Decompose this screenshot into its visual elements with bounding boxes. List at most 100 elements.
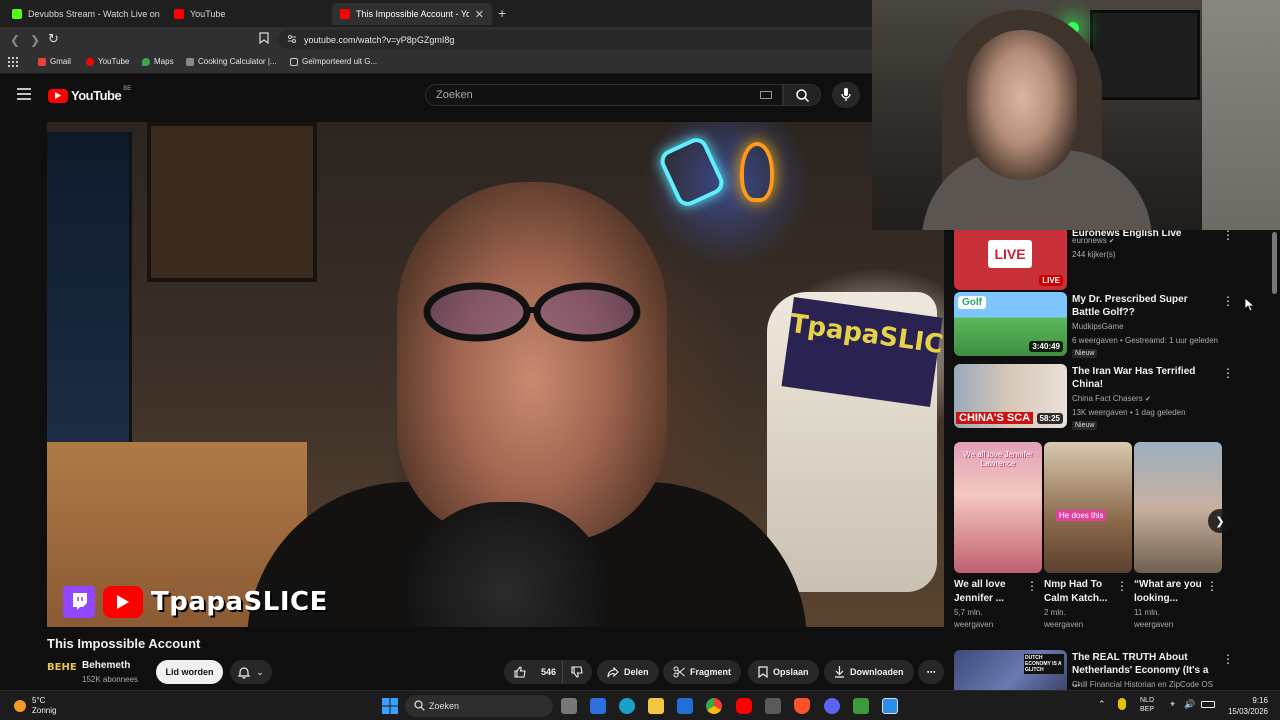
channel-name[interactable]: Chill Financial Historian en ZipCode OS: [1072, 680, 1252, 689]
subscriber-count: 152K abonnees: [82, 675, 139, 684]
channel-name[interactable]: MudkipsGame: [1072, 322, 1124, 331]
new-tab-button[interactable]: +: [498, 5, 506, 21]
channel-name[interactable]: Behemeth: [82, 660, 130, 671]
tab-devubbs-stream[interactable]: Devubbs Stream - Watch Live on: [4, 3, 162, 25]
more-options-icon[interactable]: ⋮: [1206, 579, 1218, 593]
recommended-video[interactable]: DUTCH ECONOMY IS A GLITCH The REAL TRUTH…: [954, 650, 1254, 690]
discord-icon[interactable]: [824, 698, 840, 714]
windows-start-icon[interactable]: [382, 698, 398, 714]
youtube-app-icon[interactable]: [736, 698, 752, 714]
recommended-video[interactable]: CHINA'S SCA 58:25 The Iran War Has Terri…: [954, 364, 1254, 430]
apps-grid-icon[interactable]: [8, 57, 18, 67]
address-bar[interactable]: youtube.com/watch?v=yP8pGZgmI8g: [278, 30, 872, 49]
bookmark-folder-imported[interactable]: Geïmporteerd uit G...: [290, 57, 377, 66]
wifi-icon[interactable]: ⌖: [1170, 699, 1175, 710]
more-options-icon[interactable]: ⋮: [1026, 579, 1038, 593]
video-thumbnail[interactable]: Golf 3:40:49: [954, 292, 1067, 356]
taskbar-search[interactable]: Zoeken: [405, 695, 553, 717]
banner-text: TpapaSLICE: [788, 308, 944, 363]
system-clock[interactable]: 9:16 15/03/2026: [1228, 695, 1268, 717]
bookmark-maps[interactable]: Maps: [142, 57, 174, 66]
tab-this-impossible-account[interactable]: This Impossible Account - Yo ✕: [332, 3, 492, 25]
video-thumbnail[interactable]: CHINA'S SCA 58:25: [954, 364, 1067, 428]
more-options-icon[interactable]: ⋮: [1222, 652, 1234, 666]
bookmark-youtube[interactable]: YouTube: [86, 57, 129, 66]
dislike-button[interactable]: [562, 660, 592, 684]
short-title[interactable]: “What are you looking...: [1134, 578, 1206, 606]
video-channel[interactable]: China Fact Chasers ✔: [1072, 394, 1151, 403]
background-monitor: [47, 132, 132, 442]
edge-icon[interactable]: [619, 698, 635, 714]
voice-search-button[interactable]: [832, 82, 860, 108]
more-options-icon[interactable]: ⋮: [1222, 294, 1234, 308]
chrome-icon[interactable]: [706, 698, 722, 714]
short-views: 11 mln. weergaven: [1134, 608, 1174, 629]
more-options-icon[interactable]: ⋮: [1116, 579, 1128, 593]
bookmark-label: Geïmporteerd uit G...: [302, 57, 378, 66]
youtube-play-icon: [48, 88, 68, 103]
short-thumbnail[interactable]: He does this: [1044, 442, 1132, 573]
short-thumbnail[interactable]: [1134, 442, 1222, 573]
video-title[interactable]: My Dr. Prescribed Super Battle Golf??: [1072, 293, 1212, 319]
verified-icon: ✔: [1144, 396, 1151, 403]
join-button[interactable]: Lid worden: [156, 660, 223, 684]
site-info-icon[interactable]: [287, 34, 297, 44]
brave-icon[interactable]: [794, 698, 810, 714]
keyboard-icon[interactable]: [760, 91, 772, 99]
app-icon[interactable]: [853, 698, 869, 714]
shorts-next-button[interactable]: ❯: [1208, 509, 1232, 533]
gmail-icon: [38, 57, 46, 66]
youtube-logo[interactable]: YouTube BE: [48, 86, 131, 103]
bookmark-icon[interactable]: [259, 32, 269, 44]
outlook-icon[interactable]: [677, 698, 693, 714]
video-thumbnail[interactable]: DUTCH ECONOMY IS A GLITCH: [954, 650, 1067, 690]
channel-avatar[interactable]: BEHE: [47, 662, 77, 682]
reload-icon[interactable]: ↻: [48, 31, 59, 47]
webcam-person-face: [967, 30, 1077, 180]
store-icon[interactable]: [590, 698, 606, 714]
microphone-tray-icon[interactable]: [1118, 698, 1126, 710]
bookmark-gmail[interactable]: Gmail: [38, 57, 71, 66]
file-explorer-icon[interactable]: [648, 698, 664, 714]
battery-icon[interactable]: [1201, 701, 1215, 708]
menu-icon[interactable]: [17, 88, 31, 100]
video-title[interactable]: The Iran War Has Terrified China!: [1072, 365, 1212, 391]
short-title[interactable]: Nmp Had To Calm Katch...: [1044, 578, 1116, 606]
short-thumbnail[interactable]: We all love Jennifer Lawrence: [954, 442, 1042, 573]
video-player[interactable]: TpapaSLICE TpapaSLICE: [47, 122, 944, 627]
share-icon: [607, 666, 624, 678]
search-input[interactable]: Zoeken: [425, 84, 783, 106]
recommended-video[interactable]: LIVE LIVE Euronews English Live euronews…: [954, 230, 1254, 290]
bookmark-cooking-calculator[interactable]: Cooking Calculator |...: [186, 57, 277, 66]
download-button[interactable]: Downloaden: [824, 660, 914, 684]
video-channel[interactable]: euronews ✔: [1072, 236, 1115, 245]
more-options-icon[interactable]: ⋮: [1222, 366, 1234, 380]
tab-youtube[interactable]: YouTube: [166, 3, 324, 25]
weather-widget[interactable]: 5°C Zonnig: [14, 696, 56, 716]
notifications-button[interactable]: ⌄: [230, 660, 272, 684]
sidebar-scrollbar[interactable]: [1272, 232, 1277, 294]
close-tab-icon[interactable]: ✕: [469, 8, 484, 21]
video-thumbnail[interactable]: LIVE LIVE: [954, 230, 1067, 290]
volume-icon[interactable]: 🔊: [1184, 699, 1195, 710]
neon-lamp: [740, 142, 774, 202]
more-actions-button[interactable]: ⋯: [918, 660, 944, 684]
search-icon: [414, 700, 425, 711]
clip-button[interactable]: Fragment: [663, 660, 742, 684]
search-button[interactable]: [783, 84, 821, 106]
calculator-icon[interactable]: [765, 698, 781, 714]
share-button[interactable]: Delen: [597, 660, 659, 684]
temperature: 5°C: [32, 696, 46, 705]
back-icon[interactable]: ❮: [10, 33, 20, 47]
more-options-icon[interactable]: ⋮: [1222, 230, 1234, 242]
input-language[interactable]: NLD BEP: [1140, 696, 1154, 714]
recommended-video[interactable]: Golf 3:40:49 My Dr. Prescribed Super Bat…: [954, 292, 1254, 358]
short-title[interactable]: We all love Jennifer ...: [954, 578, 1026, 606]
chevron-up-icon[interactable]: ⌃: [1098, 699, 1106, 710]
forward-icon[interactable]: ❯: [30, 33, 40, 47]
save-button[interactable]: Opslaan: [748, 660, 819, 684]
channel-name: China Fact Chasers: [1072, 394, 1143, 403]
task-view-icon[interactable]: [561, 698, 577, 714]
settings-app-icon[interactable]: [882, 698, 898, 714]
maps-icon: [142, 57, 150, 66]
